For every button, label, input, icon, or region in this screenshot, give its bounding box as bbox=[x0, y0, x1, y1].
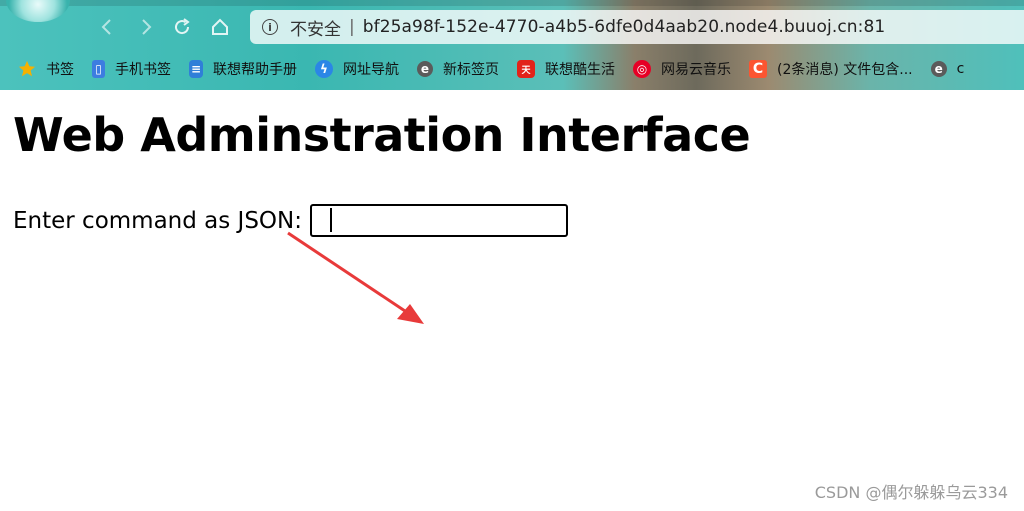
reload-icon[interactable] bbox=[169, 14, 195, 40]
address-bar[interactable]: i 不安全 | bf25a98f-152e-4770-a4b5-6dfe0d4a… bbox=[250, 10, 1024, 44]
bookmark-label: 网址导航 bbox=[343, 62, 399, 78]
browser-e-icon: e bbox=[417, 61, 433, 77]
phone-icon: ▯ bbox=[92, 60, 105, 78]
bookmark-label: (2条消息) 文件包含... bbox=[777, 62, 913, 78]
browser-e-icon: e bbox=[930, 61, 947, 77]
csdn-icon: C bbox=[749, 60, 767, 78]
bookmark-label: 联想酷生活 bbox=[545, 62, 615, 78]
url-text[interactable]: bf25a98f-152e-4770-a4b5-6dfe0d4aab20.nod… bbox=[363, 17, 886, 37]
tab-strip[interactable] bbox=[0, 0, 1024, 6]
bookmark-item[interactable]: e 新标签页 bbox=[417, 59, 499, 79]
bookmark-item[interactable]: 天 联想酷生活 bbox=[517, 59, 615, 79]
bookmark-item[interactable]: ϟ 网址导航 bbox=[315, 59, 399, 79]
lenovo-icon: 天 bbox=[517, 60, 535, 78]
bookmark-item[interactable]: 书签 bbox=[18, 59, 74, 79]
bookmark-label: 网易云音乐 bbox=[661, 62, 731, 78]
page-title: Web Adminstration Interface bbox=[13, 108, 751, 162]
home-icon[interactable] bbox=[207, 14, 233, 40]
bookmark-item[interactable]: C (2条消息) 文件包含... bbox=[749, 59, 913, 79]
command-input[interactable] bbox=[309, 204, 568, 237]
bookmarks-bar: 书签 ▯ 手机书签 ≡ 联想帮助手册 ϟ 网址导航 e 新标签页 天 联想酷生活… bbox=[0, 52, 1024, 86]
bookmark-label: 新标签页 bbox=[443, 62, 499, 78]
watermark: CSDN @偶尔躲躲乌云334 bbox=[814, 483, 1008, 502]
bookmark-item[interactable]: ◎ 网易云音乐 bbox=[633, 59, 731, 79]
security-label[interactable]: 不安全 bbox=[290, 15, 341, 40]
command-form: Enter command as JSON: bbox=[13, 204, 568, 237]
command-label: Enter command as JSON: bbox=[13, 207, 302, 234]
browser-chrome: i 不安全 | bf25a98f-152e-4770-a4b5-6dfe0d4a… bbox=[0, 0, 1024, 90]
bookmark-label: 联想帮助手册 bbox=[213, 62, 297, 78]
page-content: Web Adminstration Interface Enter comman… bbox=[0, 90, 1024, 511]
bookmark-label: 书签 bbox=[46, 62, 74, 78]
bookmark-label: c bbox=[956, 61, 965, 77]
star-icon bbox=[18, 60, 36, 78]
bookmark-item[interactable]: ▯ 手机书签 bbox=[92, 59, 171, 79]
browser-logo-icon bbox=[6, 0, 70, 22]
info-icon[interactable]: i bbox=[262, 19, 278, 35]
address-separator: | bbox=[349, 17, 355, 37]
forward-icon[interactable] bbox=[133, 14, 159, 40]
back-icon[interactable] bbox=[94, 14, 120, 40]
bookmark-label: 手机书签 bbox=[115, 62, 171, 78]
bookmark-item[interactable]: ≡ 联想帮助手册 bbox=[189, 59, 297, 79]
bookmark-item[interactable]: e c bbox=[930, 61, 965, 77]
text-caret bbox=[330, 208, 332, 232]
lightning-icon: ϟ bbox=[315, 60, 333, 78]
document-icon: ≡ bbox=[189, 60, 203, 78]
music-icon: ◎ bbox=[633, 60, 651, 78]
